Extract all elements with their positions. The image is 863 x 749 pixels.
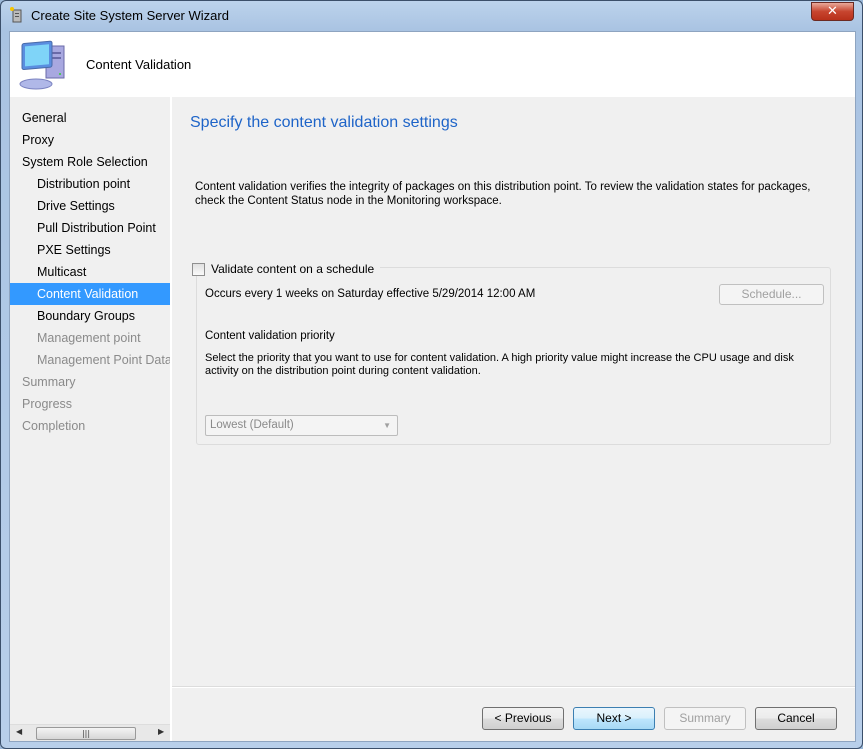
nav-item[interactable]: Multicast bbox=[10, 261, 170, 283]
priority-select[interactable]: Lowest (Default) ▼ bbox=[205, 415, 398, 436]
wizard-window: Create Site System Server Wizard ✕ Conte… bbox=[0, 0, 863, 749]
cancel-button[interactable]: Cancel bbox=[755, 707, 837, 730]
nav-item: Completion bbox=[22, 419, 86, 433]
wizard-nav: General Proxy System Role Selection Distrib… bbox=[10, 97, 170, 741]
nav-item[interactable]: System Role Selection bbox=[10, 151, 170, 173]
nav-horizontal-scrollbar[interactable]: ◀ ||| ▶ bbox=[10, 724, 170, 741]
nav-item[interactable]: PXE Settings bbox=[10, 239, 170, 261]
nav-item[interactable]: Content Validation bbox=[10, 283, 170, 305]
window-title: Create Site System Server Wizard bbox=[31, 8, 229, 23]
checkbox-label: Validate content on a schedule bbox=[211, 262, 375, 276]
computer-icon bbox=[19, 40, 65, 90]
button-bar-divider bbox=[172, 686, 855, 688]
chevron-down-icon: ▼ bbox=[383, 421, 391, 430]
nav-item: Summary bbox=[22, 375, 76, 389]
nav-item: Progress bbox=[22, 397, 73, 411]
nav-item[interactable]: Distribution point bbox=[10, 173, 170, 195]
main-panel: Specify the content validation settings … bbox=[172, 97, 855, 687]
scroll-right-icon[interactable]: ▶ bbox=[158, 727, 164, 736]
schedule-button[interactable]: Schedule... bbox=[719, 284, 824, 305]
schedule-summary-text: Occurs every 1 weeks on Saturday effecti… bbox=[205, 288, 536, 300]
priority-select-value: Lowest (Default) bbox=[210, 419, 294, 431]
nav-item[interactable]: Proxy bbox=[10, 129, 170, 151]
nav-item[interactable]: Drive Settings bbox=[10, 195, 170, 217]
nav-item[interactable]: Pull Distribution Point bbox=[10, 217, 170, 239]
checkbox-box[interactable] bbox=[192, 262, 205, 276]
nav-item[interactable]: Boundary Groups bbox=[10, 305, 170, 327]
summary-button[interactable]: Summary bbox=[664, 707, 746, 730]
scroll-left-icon[interactable]: ◀ bbox=[16, 727, 22, 736]
client-area: Content Validation General Proxy System Ro… bbox=[9, 31, 856, 742]
nav-item: Management point bbox=[37, 331, 141, 345]
priority-help-text: Select the priority that you want to use… bbox=[205, 352, 794, 377]
nav-item[interactable]: General bbox=[10, 107, 170, 129]
next-button[interactable]: Next > bbox=[573, 707, 655, 730]
scrollbar-thumb[interactable]: ||| bbox=[36, 727, 136, 740]
wizard-header: Content Validation bbox=[10, 32, 855, 97]
validate-schedule-checkbox[interactable]: Validate content on a schedule bbox=[192, 262, 381, 276]
previous-button[interactable]: < Previous bbox=[482, 707, 564, 730]
close-button[interactable]: ✕ bbox=[811, 2, 854, 21]
section-heading: Specify the content validation settings bbox=[190, 114, 458, 131]
priority-label: Content validation priority bbox=[205, 330, 335, 342]
description-text: Content validation verifies the integrit… bbox=[195, 181, 811, 207]
wizard-app-icon bbox=[10, 7, 22, 23]
page-title: Content Validation bbox=[86, 57, 192, 72]
nav-item: Management Point Database bbox=[37, 353, 170, 367]
